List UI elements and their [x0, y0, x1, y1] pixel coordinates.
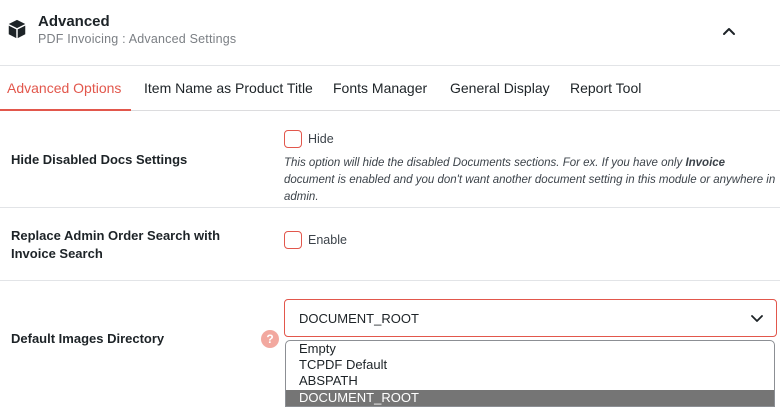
images-directory-select[interactable]: DOCUMENT_ROOT — [284, 299, 777, 337]
checkbox-label: Enable — [308, 233, 347, 247]
setting-label: Replace Admin Order Search with Invoice … — [11, 228, 221, 261]
settings-tabs: Advanced Options Item Name as Product Ti… — [0, 66, 780, 111]
tab-general-display[interactable]: General Display — [450, 66, 550, 111]
panel-title: Advanced — [38, 13, 110, 30]
chevron-up-icon[interactable] — [718, 22, 740, 40]
chevron-down-icon — [751, 315, 763, 322]
setting-description: This option will hide the disabled Docum… — [284, 157, 776, 203]
enable-invoice-search-checkbox[interactable] — [284, 231, 302, 249]
tab-report-tool[interactable]: Report Tool — [570, 66, 641, 111]
hide-disabled-checkbox[interactable] — [284, 130, 302, 148]
option-tcpdf-default[interactable]: TCPDF Default — [286, 357, 774, 373]
tab-item-name-as-product-title[interactable]: Item Name as Product Title — [144, 66, 313, 111]
setting-label: Default Images Directory — [11, 331, 165, 346]
setting-label: Hide Disabled Docs Settings — [11, 152, 188, 167]
option-document-root[interactable]: DOCUMENT_ROOT — [286, 390, 774, 406]
panel-subtitle: PDF Invoicing : Advanced Settings — [38, 32, 237, 46]
option-abspath[interactable]: ABSPATH — [286, 373, 774, 389]
checkbox-label: Hide — [308, 132, 334, 146]
select-value: DOCUMENT_ROOT — [299, 311, 419, 326]
tab-advanced-options[interactable]: Advanced Options — [0, 66, 131, 111]
cube-icon — [8, 19, 26, 39]
option-empty[interactable]: Empty — [286, 341, 774, 357]
images-directory-options: Empty TCPDF Default ABSPATH DOCUMENT_ROO… — [285, 340, 775, 407]
panel-header: Advanced PDF Invoicing : Advanced Settin… — [0, 0, 780, 66]
tab-fonts-manager[interactable]: Fonts Manager — [333, 66, 427, 111]
help-icon[interactable]: ? — [261, 330, 279, 348]
